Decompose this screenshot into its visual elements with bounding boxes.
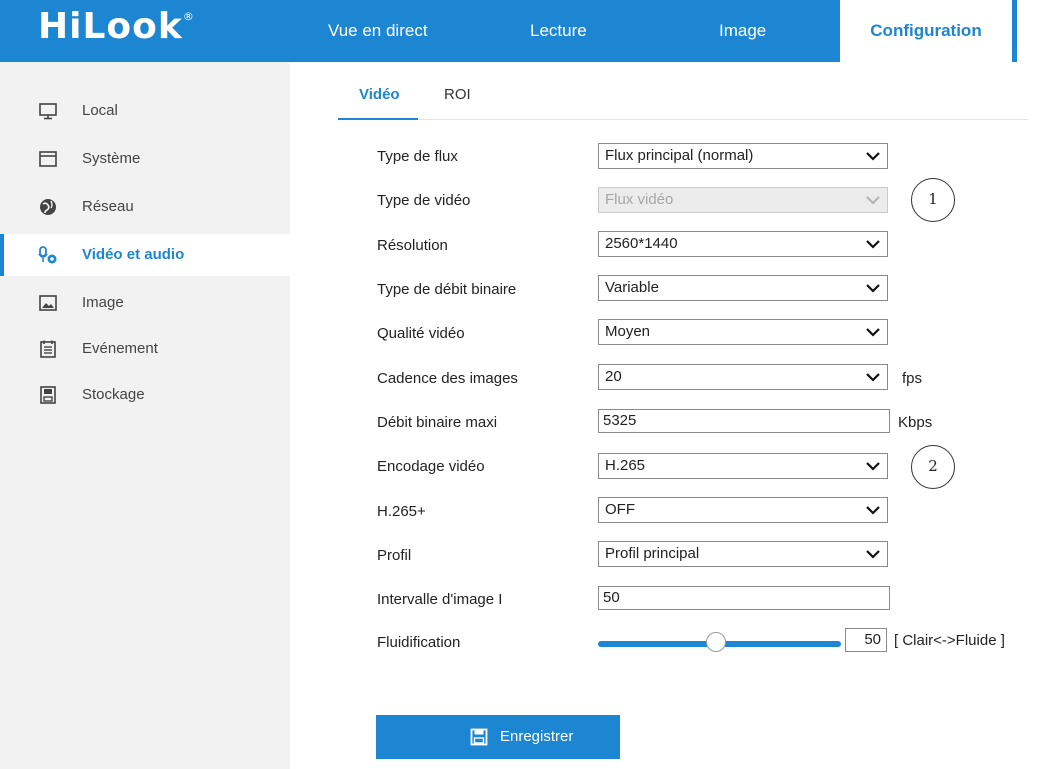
window-icon [39, 151, 57, 167]
hilook-logo: HiLook® [38, 6, 195, 47]
select-value: H.265 [605, 457, 646, 474]
max-bitrate-unit: Kbps [898, 414, 933, 431]
video-type-select[interactable]: Flux vidéo [598, 187, 888, 213]
profile-label: Profil [377, 547, 412, 564]
stream-type-label: Type de flux [377, 148, 458, 165]
sidebar-item-label: Vidéo et audio [82, 246, 185, 263]
save-button-label: Enregistrer [500, 728, 574, 745]
video-quality-select[interactable]: Moyen [598, 319, 888, 345]
save-icon [470, 728, 488, 746]
sidebar-item-label: Local [82, 102, 118, 119]
bitrate-type-select[interactable]: Variable [598, 275, 888, 301]
resolution-select[interactable]: 2560*1440 [598, 231, 888, 257]
sidebar-item-label: Système [82, 150, 141, 167]
chevron-down-icon [866, 373, 880, 382]
save-button[interactable]: Enregistrer [376, 715, 620, 759]
topbar-edge [1017, 0, 1039, 62]
sidebar-item-system[interactable]: Système [0, 138, 290, 180]
h265-plus-label: H.265+ [377, 503, 426, 520]
profile-select[interactable]: Profil principal [598, 541, 888, 567]
max-bitrate-input[interactable]: 5325 [598, 409, 890, 433]
select-value: Flux vidéo [605, 191, 674, 208]
select-value: 20 [605, 368, 622, 385]
sidebar: Local Système Réseau Vidéo et audio Imag… [0, 62, 290, 769]
annotation-marker-1: 1 [911, 178, 955, 222]
smoothing-slider-thumb[interactable] [706, 632, 726, 652]
globe-icon [40, 199, 56, 215]
subtab-divider [338, 119, 1028, 120]
tab-video[interactable]: Vidéo [359, 86, 400, 103]
sidebar-item-network[interactable]: Réseau [0, 186, 290, 228]
i-frame-interval-input[interactable]: 50 [598, 586, 890, 610]
tab-image[interactable]: Image [719, 0, 766, 62]
tab-roi[interactable]: ROI [444, 86, 471, 103]
chevron-down-icon [866, 550, 880, 559]
chevron-down-icon [866, 152, 880, 161]
max-bitrate-label: Débit binaire maxi [377, 414, 498, 431]
tab-live-view[interactable]: Vue en direct [328, 0, 428, 62]
logo-text: HiLook [38, 6, 183, 47]
chevron-down-icon [866, 506, 880, 515]
sidebar-item-video-audio[interactable]: Vidéo et audio [0, 234, 290, 276]
select-value: Profil principal [605, 545, 700, 562]
resolution-label: Résolution [377, 237, 448, 254]
smoothing-range-label: [ Clair<->Fluide ] [894, 632, 1005, 649]
chevron-down-icon [866, 462, 880, 471]
select-value: 2560*1440 [605, 235, 678, 252]
h265-plus-select[interactable]: OFF [598, 497, 888, 523]
video-encoding-select[interactable]: H.265 [598, 453, 888, 479]
tab-configuration[interactable]: Configuration [840, 0, 1012, 62]
i-frame-interval-label: Intervalle d'image I [377, 591, 503, 608]
video-quality-label: Qualité vidéo [377, 325, 465, 342]
select-value: Variable [605, 279, 659, 296]
tab-playback[interactable]: Lecture [530, 0, 587, 62]
storage-icon [40, 386, 56, 404]
registered-mark: ® [182, 10, 195, 23]
frame-rate-select[interactable]: 20 [598, 364, 888, 390]
sidebar-item-image[interactable]: Image [0, 282, 290, 324]
sidebar-item-label: Evénement [82, 340, 158, 357]
annotation-marker-2: 2 [911, 445, 955, 489]
video-type-label: Type de vidéo [377, 192, 471, 209]
chevron-down-icon [866, 284, 880, 293]
chevron-down-icon [866, 328, 880, 337]
sidebar-item-label: Stockage [82, 386, 145, 403]
chevron-down-icon [866, 240, 880, 249]
image-icon [39, 295, 57, 311]
frame-rate-label: Cadence des images [377, 370, 518, 387]
smoothing-value-box[interactable]: 50 [845, 628, 887, 652]
smoothing-label: Fluidification [377, 634, 461, 651]
bitrate-type-label: Type de débit binaire [377, 281, 517, 298]
video-audio-icon [38, 246, 57, 264]
frame-rate-unit: fps [902, 370, 923, 387]
active-subtab-underline [338, 118, 418, 120]
stream-type-select[interactable]: Flux principal (normal) [598, 143, 888, 169]
sidebar-item-label: Réseau [82, 198, 134, 215]
chevron-down-icon [866, 196, 880, 205]
active-indicator [0, 234, 4, 276]
monitor-icon [39, 103, 57, 120]
select-value: OFF [605, 501, 635, 518]
calendar-icon [40, 340, 56, 358]
video-encoding-label: Encodage vidéo [377, 458, 485, 475]
sidebar-item-label: Image [82, 294, 124, 311]
select-value: Moyen [605, 323, 651, 340]
sidebar-item-storage[interactable]: Stockage [0, 374, 290, 416]
select-value: Flux principal (normal) [605, 147, 754, 164]
top-navigation-bar: HiLook® Vue en direct Lecture Image Conf… [0, 0, 1039, 62]
sidebar-item-local[interactable]: Local [0, 90, 290, 132]
sidebar-item-event[interactable]: Evénement [0, 328, 290, 370]
